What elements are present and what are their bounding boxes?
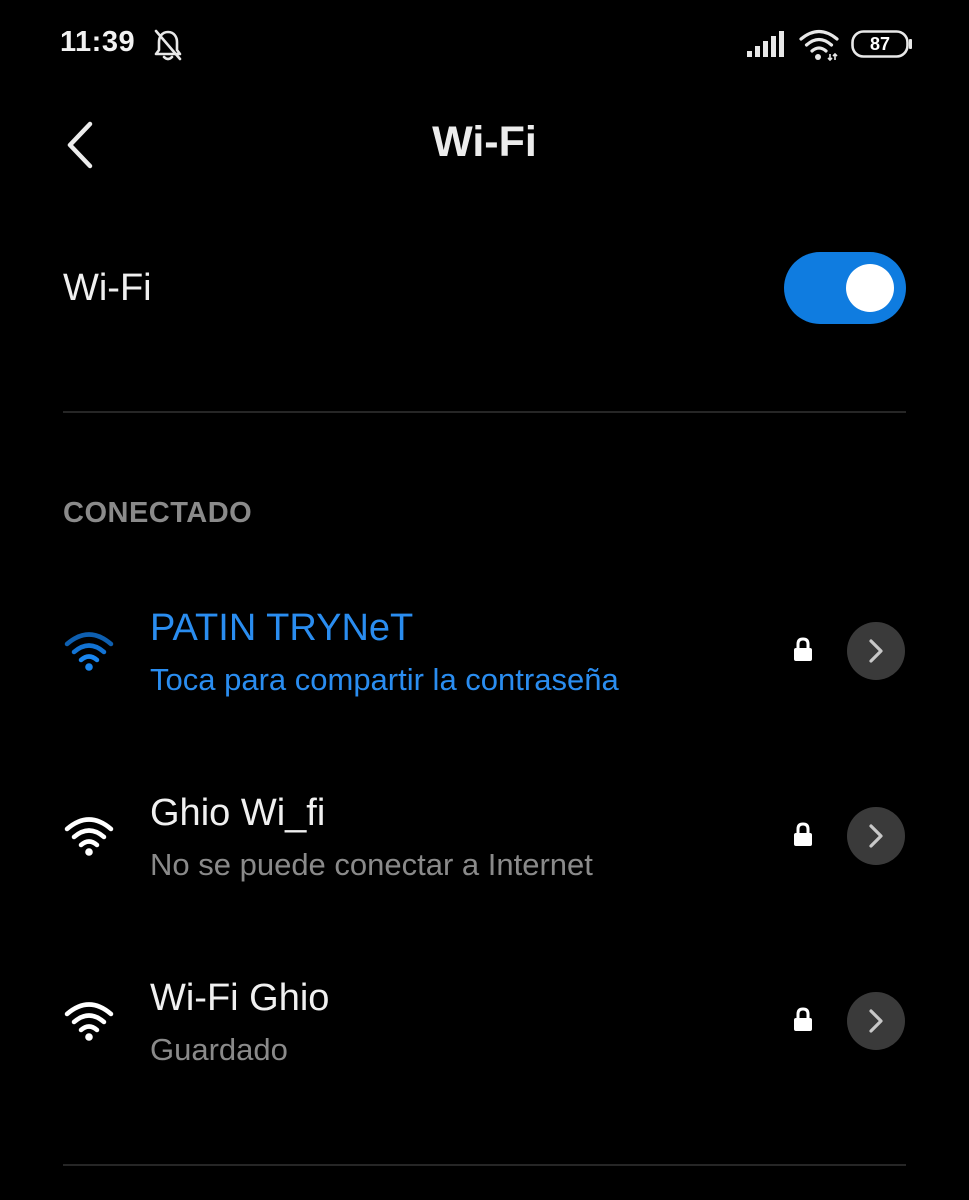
wifi-toggle-label: Wi-Fi [63,267,152,309]
chevron-right-icon [869,1009,883,1033]
network-details-button[interactable] [847,807,905,865]
network-status: No se puede conectar a Internet [150,847,593,882]
network-name: Ghio Wi_fi [150,792,326,834]
divider [63,411,906,413]
lock-icon [794,822,812,846]
battery-icon: 87 [851,30,913,58]
network-item-wi-fi-ghio[interactable]: Wi-Fi Ghio Guardado [0,945,969,1095]
network-item-patin-trynet[interactable]: PATIN TRYNeT Toca para compartir la cont… [0,575,969,725]
network-name: PATIN TRYNeT [150,607,414,649]
page-title: Wi-Fi [432,118,537,166]
wifi-icon [799,29,839,61]
network-status: Guardado [150,1032,288,1067]
section-header-connected: CONECTADO [63,497,253,529]
lock-icon [794,637,812,661]
network-item-ghio-wi-fi[interactable]: Ghio Wi_fi No se puede conectar a Intern… [0,760,969,910]
wifi-signal-icon [64,817,114,856]
toggle-knob [846,264,894,312]
network-name: Wi-Fi Ghio [150,977,330,1019]
status-time: 11:39 [60,26,136,58]
wifi-signal-icon [64,632,114,671]
network-details-button[interactable] [847,622,905,680]
wifi-signal-icon [64,1002,114,1041]
divider [63,1164,906,1166]
chevron-right-icon [869,639,883,663]
network-details-button[interactable] [847,992,905,1050]
wifi-toggle-switch[interactable] [784,252,906,324]
lock-icon [794,1007,812,1031]
chevron-right-icon [869,824,883,848]
cellular-signal-icon [747,31,784,57]
network-status: Toca para compartir la contraseña [150,662,619,697]
battery-level: 87 [869,34,891,54]
wifi-toggle-row[interactable]: Wi-Fi [0,240,969,340]
bell-off-icon [154,29,182,61]
